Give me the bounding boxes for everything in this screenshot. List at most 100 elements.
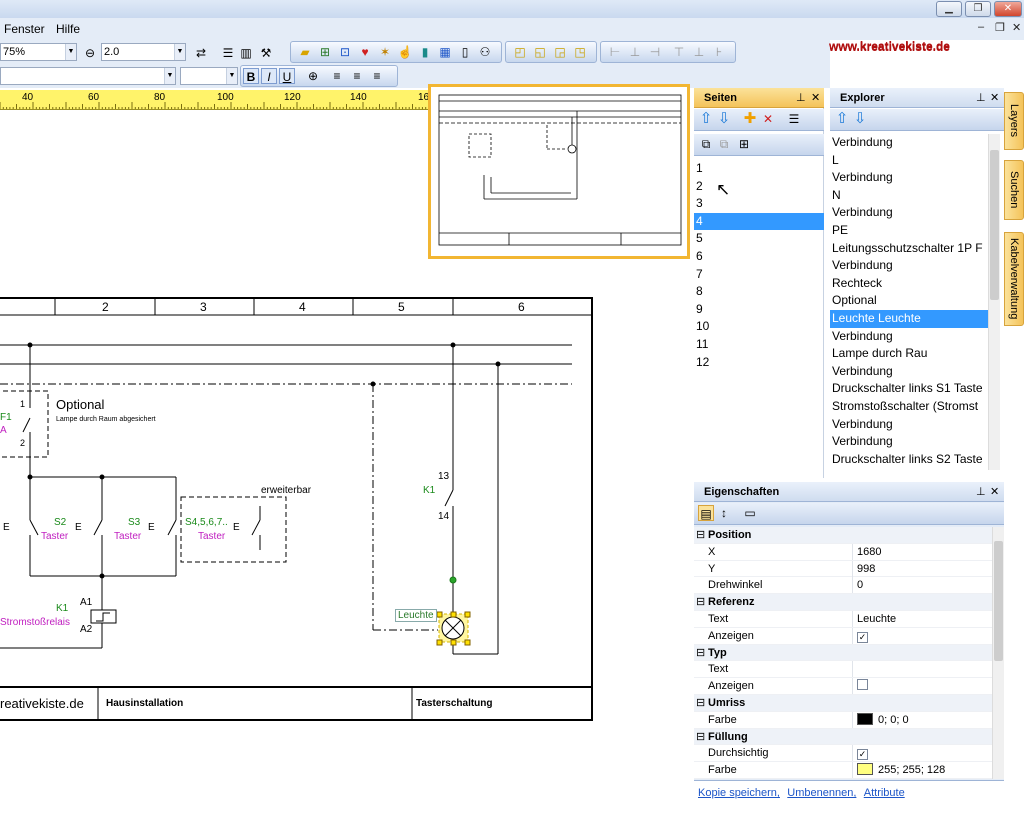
select-icon[interactable]: ◳	[572, 44, 588, 60]
property-value[interactable]	[852, 661, 992, 678]
delete-icon[interactable]: ✕	[760, 111, 776, 127]
explorer-item[interactable]: Verbindung	[830, 134, 988, 152]
copy-icon[interactable]: ⧉	[698, 136, 714, 152]
property-value[interactable]: 255; 255; 128	[852, 762, 992, 779]
property-value[interactable]: 0; 0; 0	[852, 711, 992, 728]
collapse-icon[interactable]: ⊟	[696, 594, 705, 610]
zoom-combo[interactable]: 75% ▼	[0, 43, 77, 61]
checkbox[interactable]	[857, 679, 868, 691]
property-scrollbar[interactable]	[992, 527, 1004, 779]
paste-icon[interactable]: ⧉	[716, 136, 732, 152]
page-icon[interactable]: ▯	[457, 44, 473, 60]
italic-icon[interactable]: I	[261, 68, 277, 84]
align-center-icon[interactable]: ⊥	[627, 44, 643, 60]
explorer-item[interactable]: N	[830, 187, 988, 205]
explorer-item[interactable]: Druckschalter links S1 Taste	[830, 380, 988, 398]
page-item[interactable]: 5	[694, 230, 824, 248]
checkbox[interactable]: ✓	[857, 631, 868, 643]
select-icon[interactable]: ◱	[532, 44, 548, 60]
arrow-up-icon[interactable]: ⇧	[834, 111, 850, 127]
property-row[interactable]: Text Leuchte	[694, 611, 992, 628]
tab-suchen[interactable]: Suchen	[1004, 160, 1024, 220]
property-value[interactable]: 1680	[852, 543, 992, 560]
explorer-item[interactable]: Verbindung	[830, 363, 988, 381]
folder-icon[interactable]: ▰	[297, 44, 313, 60]
page-item[interactable]: 12	[694, 354, 824, 372]
color-swatch[interactable]	[857, 763, 873, 776]
property-category[interactable]: ⊟ Position	[694, 527, 992, 544]
pin-icon[interactable]: ⊥	[976, 482, 986, 502]
page-item[interactable]: 6	[694, 248, 824, 266]
mdi-close-icon[interactable]: ✕	[1012, 21, 1021, 34]
zoom-out-icon[interactable]: ⊖	[82, 45, 98, 61]
close-icon[interactable]: ✕	[990, 482, 999, 502]
page-item[interactable]: 1	[694, 160, 824, 178]
property-value[interactable]: ✓	[852, 627, 992, 644]
columns-icon[interactable]: ▥	[238, 45, 254, 61]
minimize-button[interactable]: ▁	[936, 1, 962, 17]
new-page-icon[interactable]: ⊞	[736, 136, 752, 152]
align-bottom-icon[interactable]: ⊦	[711, 44, 727, 60]
property-row[interactable]: Text	[694, 661, 992, 679]
color-swatch[interactable]	[857, 712, 873, 725]
collapse-icon[interactable]: ⊟	[696, 527, 705, 543]
property-row[interactable]: Anzeigen	[694, 678, 992, 695]
explorer-item[interactable]: Verbindung	[830, 169, 988, 187]
link-kopie-speichern[interactable]: Kopie speichern,	[698, 787, 780, 799]
property-row[interactable]: X 1680	[694, 543, 992, 561]
page-preview[interactable]	[428, 84, 690, 259]
align-text-center-icon[interactable]: ≡	[349, 68, 365, 84]
font-combo[interactable]: ▼	[0, 67, 176, 85]
menu-icon[interactable]: ☰	[786, 111, 802, 127]
close-icon[interactable]: ✕	[811, 88, 820, 108]
explorer-item[interactable]: Verbindung	[830, 204, 988, 222]
explorer-item[interactable]: L	[830, 152, 988, 170]
explorer-item[interactable]: Stromstoßschalter (Stromst	[830, 398, 988, 416]
mdi-restore-icon[interactable]: ❐	[995, 21, 1005, 34]
link-attribute[interactable]: Attribute	[864, 787, 905, 799]
explorer-scrollbar[interactable]	[988, 134, 1000, 470]
explorer-item[interactable]: Leuchte Leuchte	[830, 310, 988, 328]
calculator-icon[interactable]: ▦	[437, 44, 453, 60]
sort-alpha-icon[interactable]: ↕	[716, 505, 732, 521]
explorer-item[interactable]: Verbindung	[830, 416, 988, 434]
network-icon[interactable]: ⊡	[337, 44, 353, 60]
property-row[interactable]: Durchsichtig ✓	[694, 745, 992, 763]
property-value[interactable]: ✓	[852, 745, 992, 762]
arrow-down-icon[interactable]: ⇩	[716, 111, 732, 127]
explorer-item[interactable]: Rechteck	[830, 275, 988, 293]
tab-kabelverwaltung[interactable]: Kabelverwaltung	[1004, 232, 1024, 326]
explorer-item[interactable]: PE	[830, 222, 988, 240]
menu-hilfe[interactable]: Hilfe	[56, 22, 80, 36]
page-item[interactable]: 10	[694, 318, 824, 336]
align-right-icon[interactable]: ⊣	[647, 44, 663, 60]
collapse-icon[interactable]: ⊟	[696, 729, 705, 745]
select-icon[interactable]: ◲	[552, 44, 568, 60]
property-value[interactable]: 998	[852, 560, 992, 577]
mdi-minimize-icon[interactable]: –	[978, 21, 984, 33]
align-top-icon[interactable]: ⊤	[671, 44, 687, 60]
property-value[interactable]: 0	[852, 577, 992, 594]
heart-icon[interactable]: ♥	[357, 44, 373, 60]
explorer-item[interactable]: Verbindung	[830, 257, 988, 275]
collapse-icon[interactable]: ⊟	[696, 645, 705, 661]
property-row[interactable]: Farbe 255; 255; 128	[694, 762, 992, 779]
property-row[interactable]: Y 998	[694, 560, 992, 578]
property-category[interactable]: ⊟ Umriss	[694, 695, 992, 712]
checkbox[interactable]: ✓	[857, 749, 868, 761]
tab-layers[interactable]: Layers	[1004, 92, 1024, 150]
align-text-left-icon[interactable]: ≡	[329, 68, 345, 84]
property-row[interactable]: Farbe 0; 0; 0	[694, 711, 992, 729]
binoculars-icon[interactable]: ⚇	[477, 44, 493, 60]
lamp-reference-label[interactable]: Leuchte	[395, 609, 437, 622]
property-category[interactable]: ⊟ Typ	[694, 644, 992, 662]
zoom-icon[interactable]: ⊕	[305, 68, 321, 84]
select-icon[interactable]: ◰	[512, 44, 528, 60]
property-category[interactable]: ⊟ Referenz	[694, 594, 992, 611]
wand-icon[interactable]: ✶	[377, 44, 393, 60]
scroll-thumb[interactable]	[990, 150, 999, 300]
property-row[interactable]: Drehwinkel 0	[694, 577, 992, 595]
explorer-item[interactable]: Leitungsschutzschalter 1P F	[830, 240, 988, 258]
categorized-icon[interactable]: ▤	[698, 505, 714, 521]
link-umbenennen[interactable]: Umbenennen,	[787, 787, 856, 799]
